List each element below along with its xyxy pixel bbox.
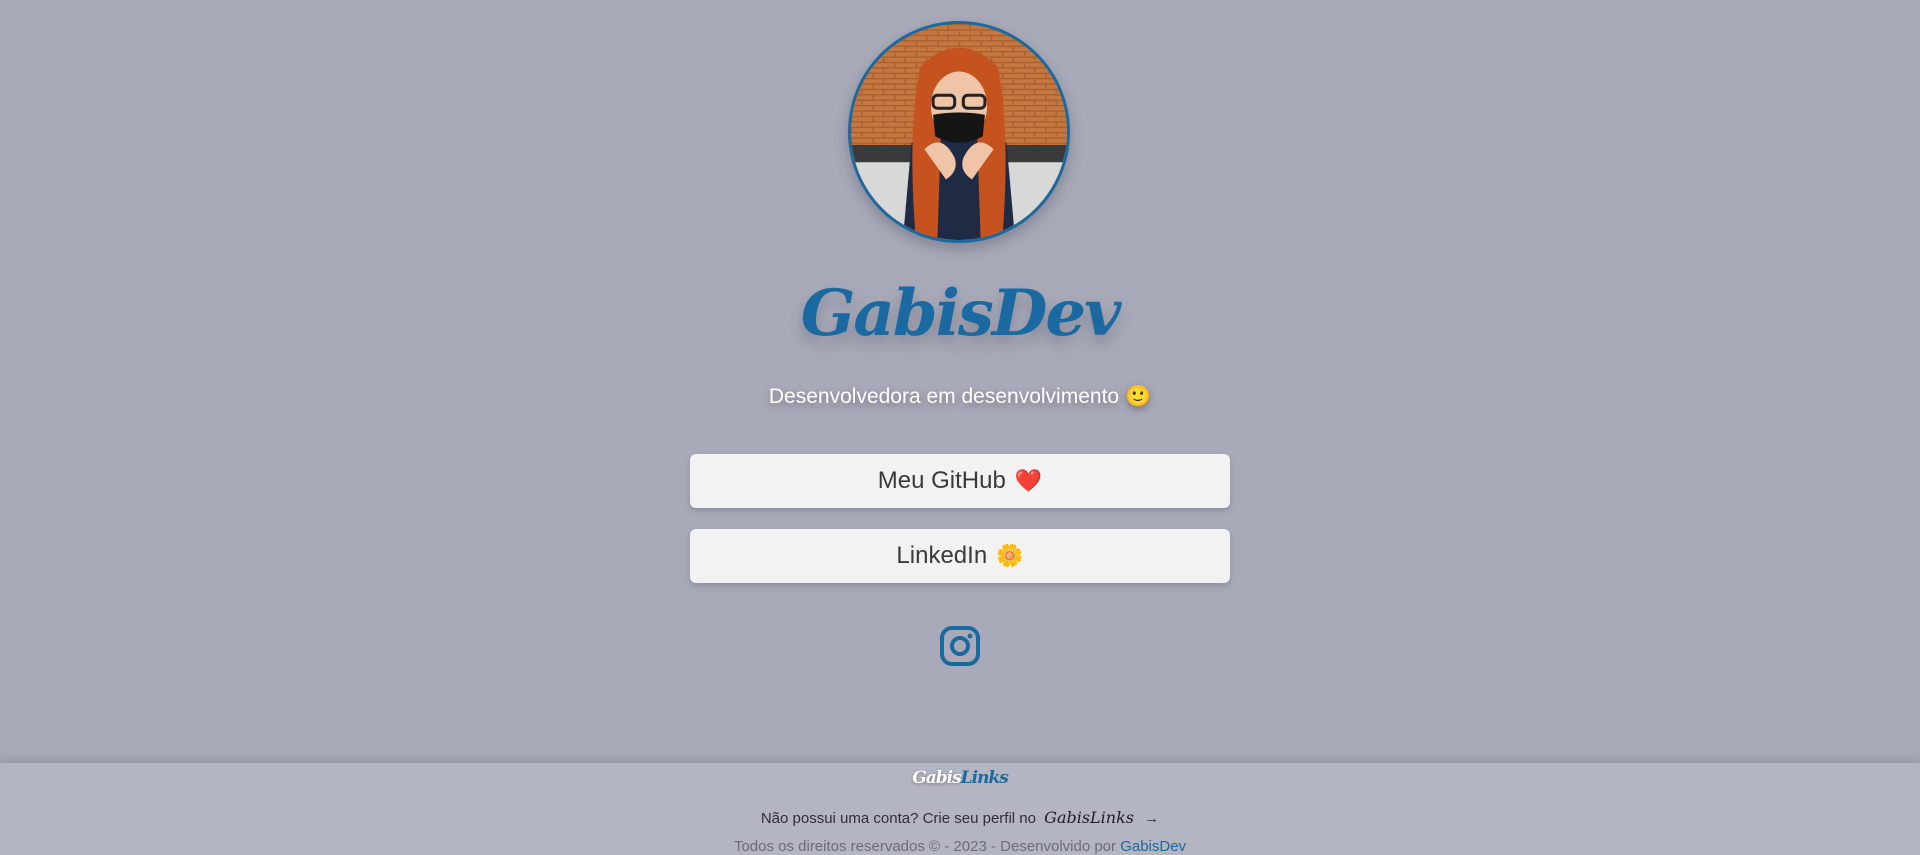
page: GabisDev Desenvolvedora em desenvolvimen… [0, 0, 1920, 855]
footer: GabisLinks Não possui uma conta? Crie se… [0, 763, 1920, 855]
subtitle-text: Desenvolvedora em desenvolvimento [768, 385, 1120, 408]
github-link-button[interactable]: Meu GitHub ❤️ [690, 454, 1230, 508]
signup-cta-text: Não possui uma conta? Crie seu perfil no [760, 810, 1036, 827]
copyright-author-link[interactable]: GabisDev [1120, 838, 1186, 855]
arrow-right-icon[interactable]: → [1144, 810, 1159, 827]
profile-avatar [848, 21, 1070, 243]
flower-icon: 🌼 [996, 543, 1024, 568]
copyright: Todos os direitos reservados © - 2023 - … [0, 838, 1920, 855]
profile-subtitle: Desenvolvedora em desenvolvimento 🙂 [0, 385, 1920, 409]
footer-logo-part1: Gabis [912, 768, 961, 788]
smile-emoji: 🙂 [1124, 385, 1152, 408]
instagram-icon[interactable] [939, 625, 981, 667]
github-link-label: Meu GitHub [877, 467, 1006, 494]
footer-logo-part2: Links [960, 768, 1009, 788]
signup-cta-link[interactable]: GabisLinks [1044, 808, 1134, 827]
heart-icon: ❤️ [1014, 468, 1043, 493]
linkedin-link-label: LinkedIn [896, 542, 988, 569]
copyright-text: Todos os direitos reservados © - 2023 - … [733, 838, 1117, 855]
footer-logo: GabisLinks [0, 768, 1920, 788]
linkedin-link-button[interactable]: LinkedIn 🌼 [690, 529, 1230, 583]
profile-title: GabisDev [800, 276, 1122, 351]
signup-cta: Não possui uma conta? Crie seu perfil no… [0, 808, 1920, 827]
